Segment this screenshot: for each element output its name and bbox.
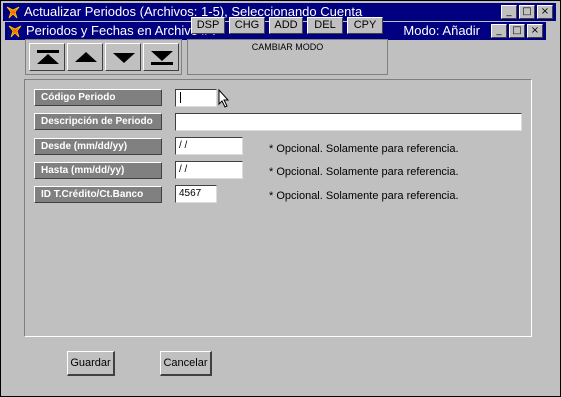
hasta-input[interactable]: / / <box>175 161 243 179</box>
last-record-icon <box>151 51 173 65</box>
inner-close-button[interactable]: × <box>527 24 543 38</box>
text-cursor <box>180 91 181 103</box>
hasta-label: Hasta (mm/dd/yy) <box>34 162 162 179</box>
next-record-button[interactable] <box>105 43 141 71</box>
mode-chg-button[interactable]: CHG <box>229 17 265 34</box>
desde-note: * Opcional. Solamente para referencia. <box>269 143 459 155</box>
mode-dsp-button[interactable]: DSP <box>191 17 225 34</box>
descripcion-periodo-input[interactable] <box>175 113 522 131</box>
cancel-button[interactable]: Cancelar <box>160 351 212 376</box>
mode-indicator: Modo: Añadir <box>403 23 480 38</box>
next-record-icon <box>113 53 135 63</box>
app-window: Actualizar Periodos (Archivos: 1-5), Sel… <box>0 0 561 397</box>
app-logo-icon <box>8 25 22 38</box>
desde-label: Desde (mm/dd/yy) <box>34 138 162 155</box>
change-mode-label: CAMBIAR MODO <box>251 42 324 52</box>
previous-record-icon <box>75 52 97 62</box>
close-icon: × <box>540 6 550 17</box>
maximize-icon: □ <box>512 25 522 36</box>
descripcion-periodo-label: Descripción de Periodo <box>34 113 162 130</box>
id-tarjeta-input[interactable]: 4567 <box>175 185 217 203</box>
hasta-note: * Opcional. Solamente para referencia. <box>269 166 459 178</box>
mode-del-button[interactable]: DEL <box>307 17 343 34</box>
maximize-button[interactable]: □ <box>519 5 535 19</box>
change-mode-group: CAMBIAR MODO <box>187 39 388 75</box>
minimize-button[interactable]: _ <box>501 5 517 19</box>
inner-maximize-button[interactable]: □ <box>509 24 525 38</box>
maximize-icon: □ <box>522 6 532 17</box>
app-logo-icon <box>6 6 20 19</box>
mouse-pointer-icon <box>218 89 230 108</box>
inner-minimize-button[interactable]: _ <box>491 24 507 38</box>
desde-input[interactable]: / / <box>175 137 243 155</box>
first-record-icon <box>37 50 59 64</box>
codigo-periodo-input[interactable] <box>175 89 217 107</box>
first-record-button[interactable] <box>29 43 65 71</box>
last-record-button[interactable] <box>143 43 179 71</box>
save-button[interactable]: Guardar <box>67 351 115 376</box>
minimize-icon: _ <box>496 25 502 36</box>
mode-add-button[interactable]: ADD <box>269 17 303 34</box>
mode-cpy-button[interactable]: CPY <box>347 17 383 34</box>
minimize-icon: _ <box>506 6 512 17</box>
previous-record-button[interactable] <box>67 43 103 71</box>
codigo-periodo-label: Código Periodo <box>34 89 162 106</box>
id-tarjeta-label: ID T.Crédito/Ct.Banco <box>34 186 162 203</box>
close-button[interactable]: × <box>537 5 553 19</box>
inner-window-title: Periodos y Fechas en Archivo #4 <box>26 23 217 38</box>
close-icon: × <box>530 25 540 36</box>
id-tarjeta-note: * Opcional. Solamente para referencia. <box>269 190 459 202</box>
